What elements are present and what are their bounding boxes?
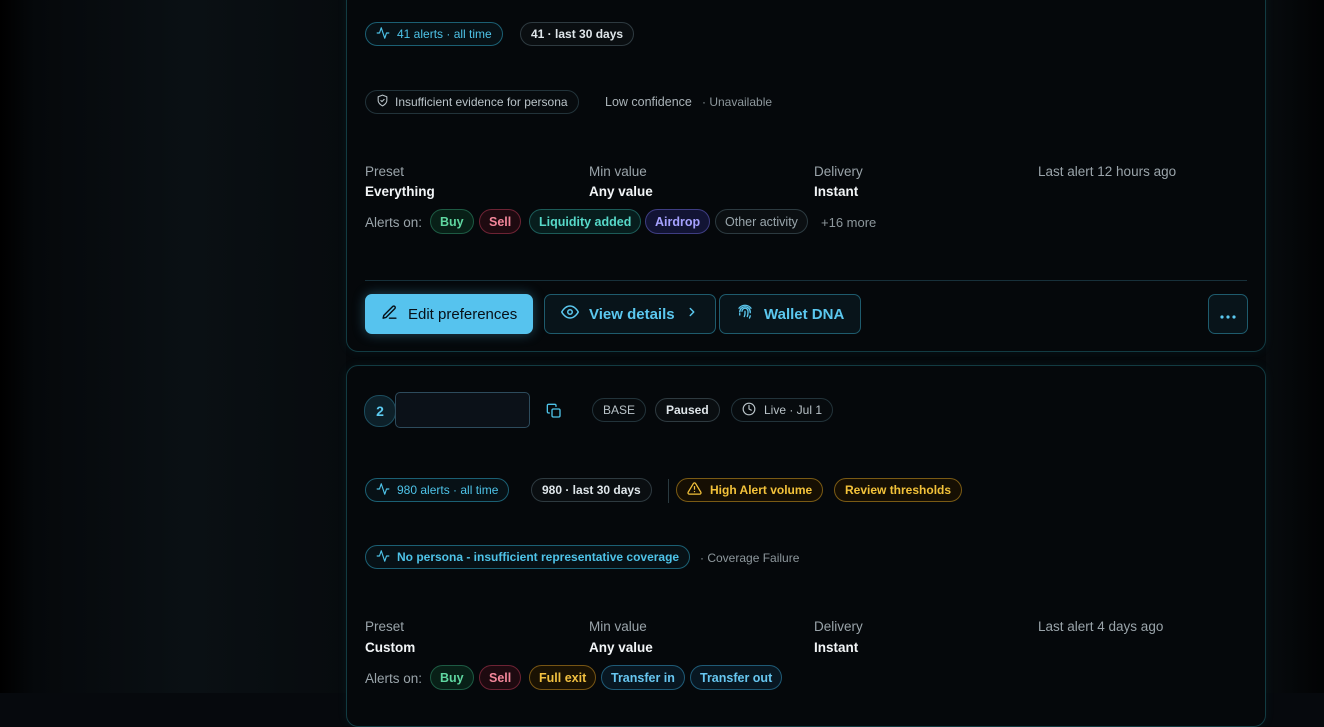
- delivery-label-2: Delivery: [814, 619, 863, 634]
- view-details-button[interactable]: View details: [544, 294, 716, 334]
- more-icon: [1220, 306, 1236, 323]
- delivery-label: Delivery: [814, 164, 863, 179]
- clock-icon: [742, 402, 756, 419]
- shield-icon: [376, 94, 389, 110]
- tag-transfer-in: Transfer in: [601, 665, 685, 690]
- review-thresholds-button[interactable]: Review thresholds: [834, 478, 963, 502]
- high-alert-volume-badge: High Alert volume: [676, 478, 824, 502]
- view-details-label: View details: [589, 305, 675, 323]
- tag-sell: Sell: [479, 209, 522, 234]
- alerts-all-time-badge-2: 980 alerts · all time: [365, 478, 510, 502]
- alerts-all-time-badge: 41 alerts · all time: [365, 22, 503, 46]
- card-index-badge: 2: [364, 395, 396, 427]
- alerts-all-time-text: 41 alerts · all time: [397, 27, 492, 41]
- pencil-icon: [381, 304, 398, 325]
- alerts-30d-badge: 41 · last 30 days: [520, 22, 635, 46]
- copy-icon[interactable]: [546, 403, 562, 424]
- tag-full-exit: Full exit: [529, 665, 597, 690]
- tag-sell-2: Sell: [479, 665, 522, 690]
- activity-icon: [376, 26, 390, 43]
- chevron-right-icon: [685, 305, 699, 323]
- coverage-text: · Coverage Failure: [700, 551, 800, 565]
- delivery-value: Instant: [814, 184, 859, 199]
- wallet-name-input[interactable]: [395, 392, 530, 428]
- min-value-label: Min value: [589, 164, 647, 179]
- alerts-on-label: Alerts on:: [365, 215, 423, 230]
- card-divider: [365, 280, 1247, 281]
- persona-badge-2: No persona - insufficient representative…: [365, 545, 691, 569]
- more-tags-text[interactable]: +16 more: [821, 215, 876, 230]
- preset-value: Everything: [365, 184, 435, 199]
- alerts-on-label-2: Alerts on:: [365, 671, 423, 686]
- tag-buy: Buy: [430, 209, 474, 234]
- activity-icon: [376, 549, 390, 566]
- status-text: Paused: [666, 403, 709, 417]
- edit-preferences-label: Edit preferences: [408, 305, 518, 323]
- alerts-all-time-text-2: 980 alerts · all time: [397, 483, 499, 497]
- live-badge: Live · Jul 1: [731, 398, 834, 422]
- min-value-value: Any value: [589, 184, 653, 199]
- persona-text-2: No persona - insufficient representative…: [397, 550, 680, 564]
- alerts-30d-text-2: 980 · last 30 days: [542, 483, 641, 497]
- badge-separator: [668, 479, 669, 503]
- high-alert-volume-text: High Alert volume: [710, 483, 813, 497]
- tag-buy-2: Buy: [430, 665, 474, 690]
- live-text: Live · Jul 1: [764, 403, 823, 417]
- alerts-30d-badge-2: 980 · last 30 days: [531, 478, 652, 502]
- review-thresholds-text: Review thresholds: [845, 483, 952, 497]
- page-background-right: [1266, 0, 1324, 693]
- fingerprint-icon: [736, 303, 754, 325]
- status-badge: Paused: [655, 398, 720, 422]
- wallet-dna-button[interactable]: Wallet DNA: [719, 294, 862, 334]
- chain-badge: BASE: [592, 398, 647, 422]
- wallet-dna-label: Wallet DNA: [764, 305, 845, 323]
- min-value-value-2: Any value: [589, 640, 653, 655]
- eye-icon: [561, 303, 579, 325]
- more-actions-button[interactable]: [1208, 294, 1248, 334]
- activity-icon: [376, 482, 390, 499]
- confidence-text: Low confidence: [605, 95, 692, 109]
- edit-preferences-button[interactable]: Edit preferences: [365, 294, 534, 334]
- chain-text: BASE: [603, 403, 636, 417]
- page-background-left: [0, 0, 346, 693]
- tag-transfer-out: Transfer out: [690, 665, 783, 690]
- alerts-30d-text: 41 · last 30 days: [531, 27, 624, 41]
- tag-other-activity: Other activity: [715, 209, 808, 234]
- preset-value-2: Custom: [365, 640, 416, 655]
- persona-badge: Insufficient evidence for persona: [365, 90, 579, 114]
- warning-icon: [687, 481, 702, 499]
- tag-liquidity-added: Liquidity added: [529, 209, 642, 234]
- last-alert-text-2: Last alert 4 days ago: [1038, 619, 1164, 634]
- delivery-value-2: Instant: [814, 640, 859, 655]
- preset-label: Preset: [365, 164, 405, 179]
- last-alert-text: Last alert 12 hours ago: [1038, 164, 1177, 179]
- availability-text: · Unavailable: [702, 95, 773, 109]
- min-value-label-2: Min value: [589, 619, 647, 634]
- tag-airdrop: Airdrop: [645, 209, 711, 234]
- preset-label-2: Preset: [365, 619, 405, 634]
- persona-text: Insufficient evidence for persona: [395, 95, 568, 109]
